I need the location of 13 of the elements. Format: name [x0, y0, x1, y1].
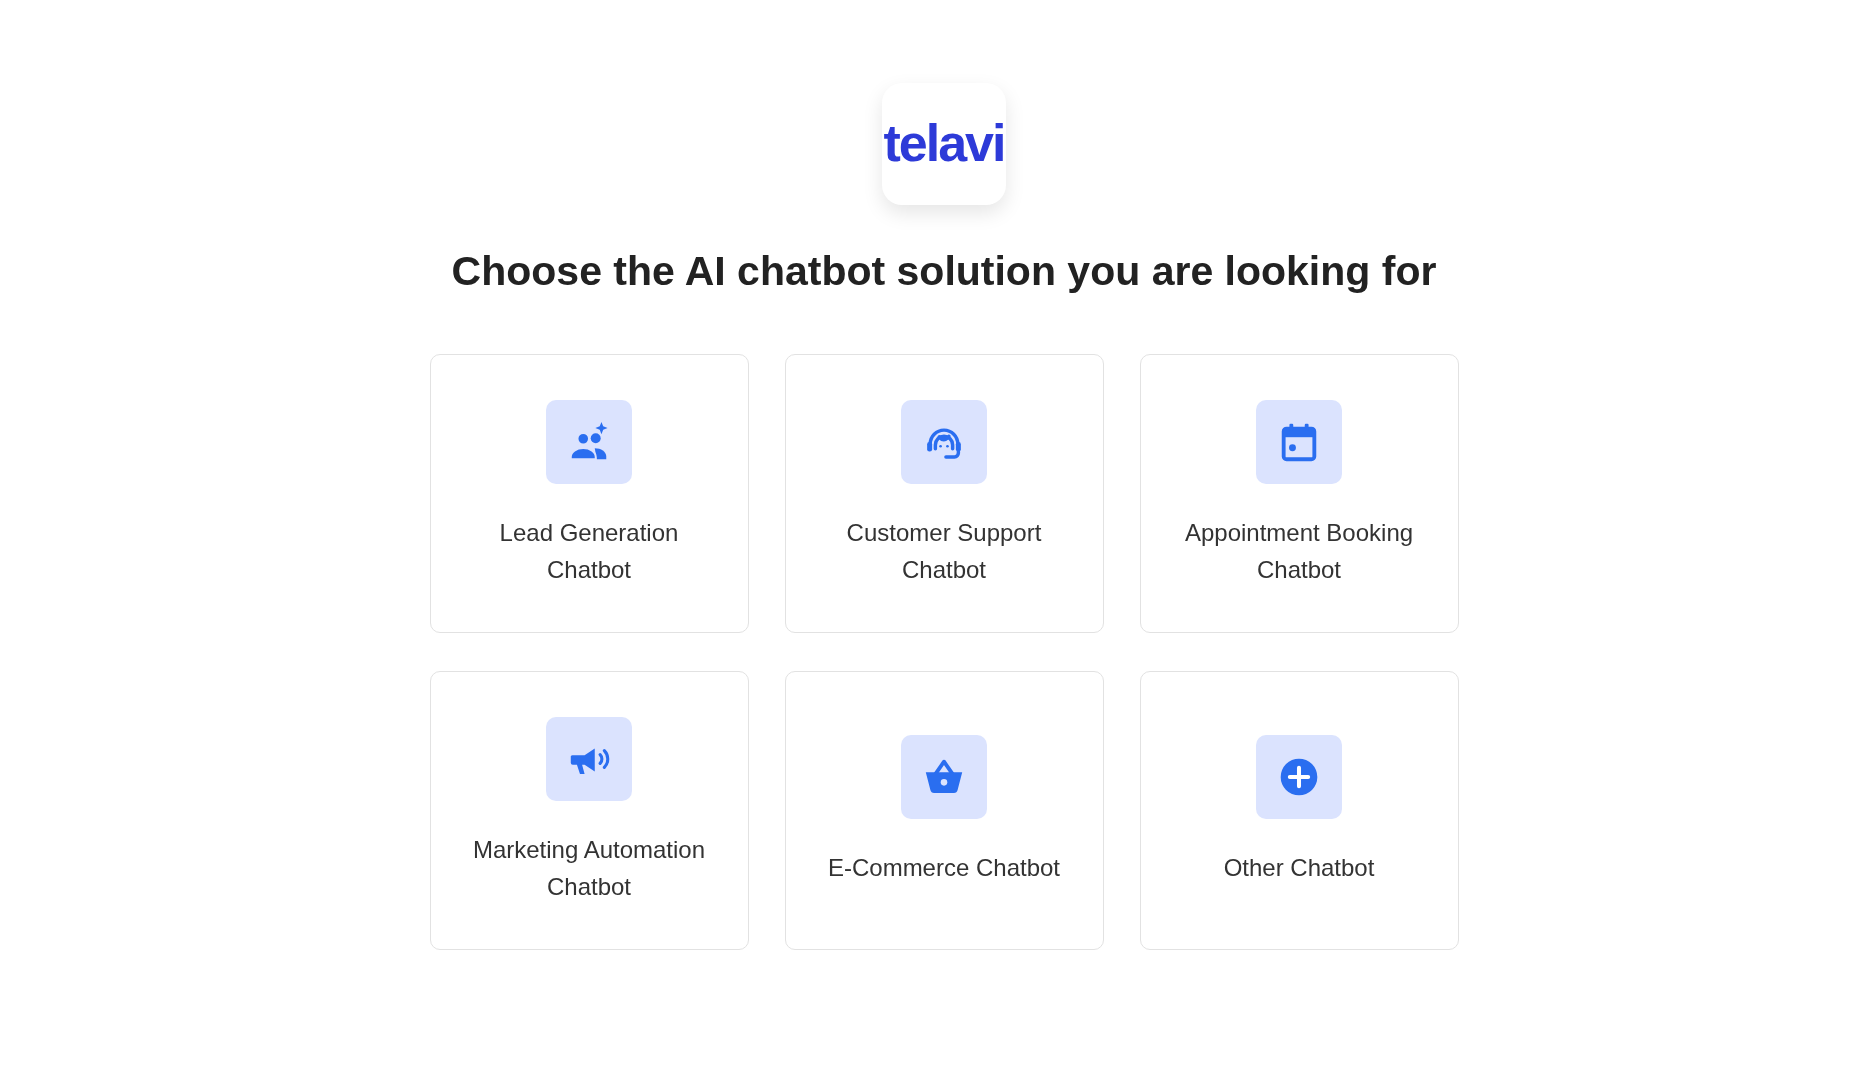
option-card[interactable]: Other Chatbot [1139, 671, 1459, 950]
calendar-icon [1256, 399, 1342, 484]
headset-person-icon [901, 399, 987, 484]
basket-icon [901, 735, 987, 819]
option-card[interactable]: Appointment Booking Chatbot [1139, 354, 1459, 633]
users-sparkle-icon [546, 399, 632, 484]
megaphone-icon [546, 716, 632, 801]
option-card[interactable]: Marketing Automation Chatbot [429, 671, 749, 950]
logo-text: telavi [883, 115, 1005, 173]
page-heading: Choose the AI chatbot solution you are looking for [451, 247, 1437, 295]
option-card[interactable]: E-Commerce Chatbot [784, 671, 1104, 950]
option-card[interactable]: Customer Support Chatbot [784, 354, 1104, 633]
option-card[interactable]: Lead Generation Chatbot [429, 354, 749, 633]
